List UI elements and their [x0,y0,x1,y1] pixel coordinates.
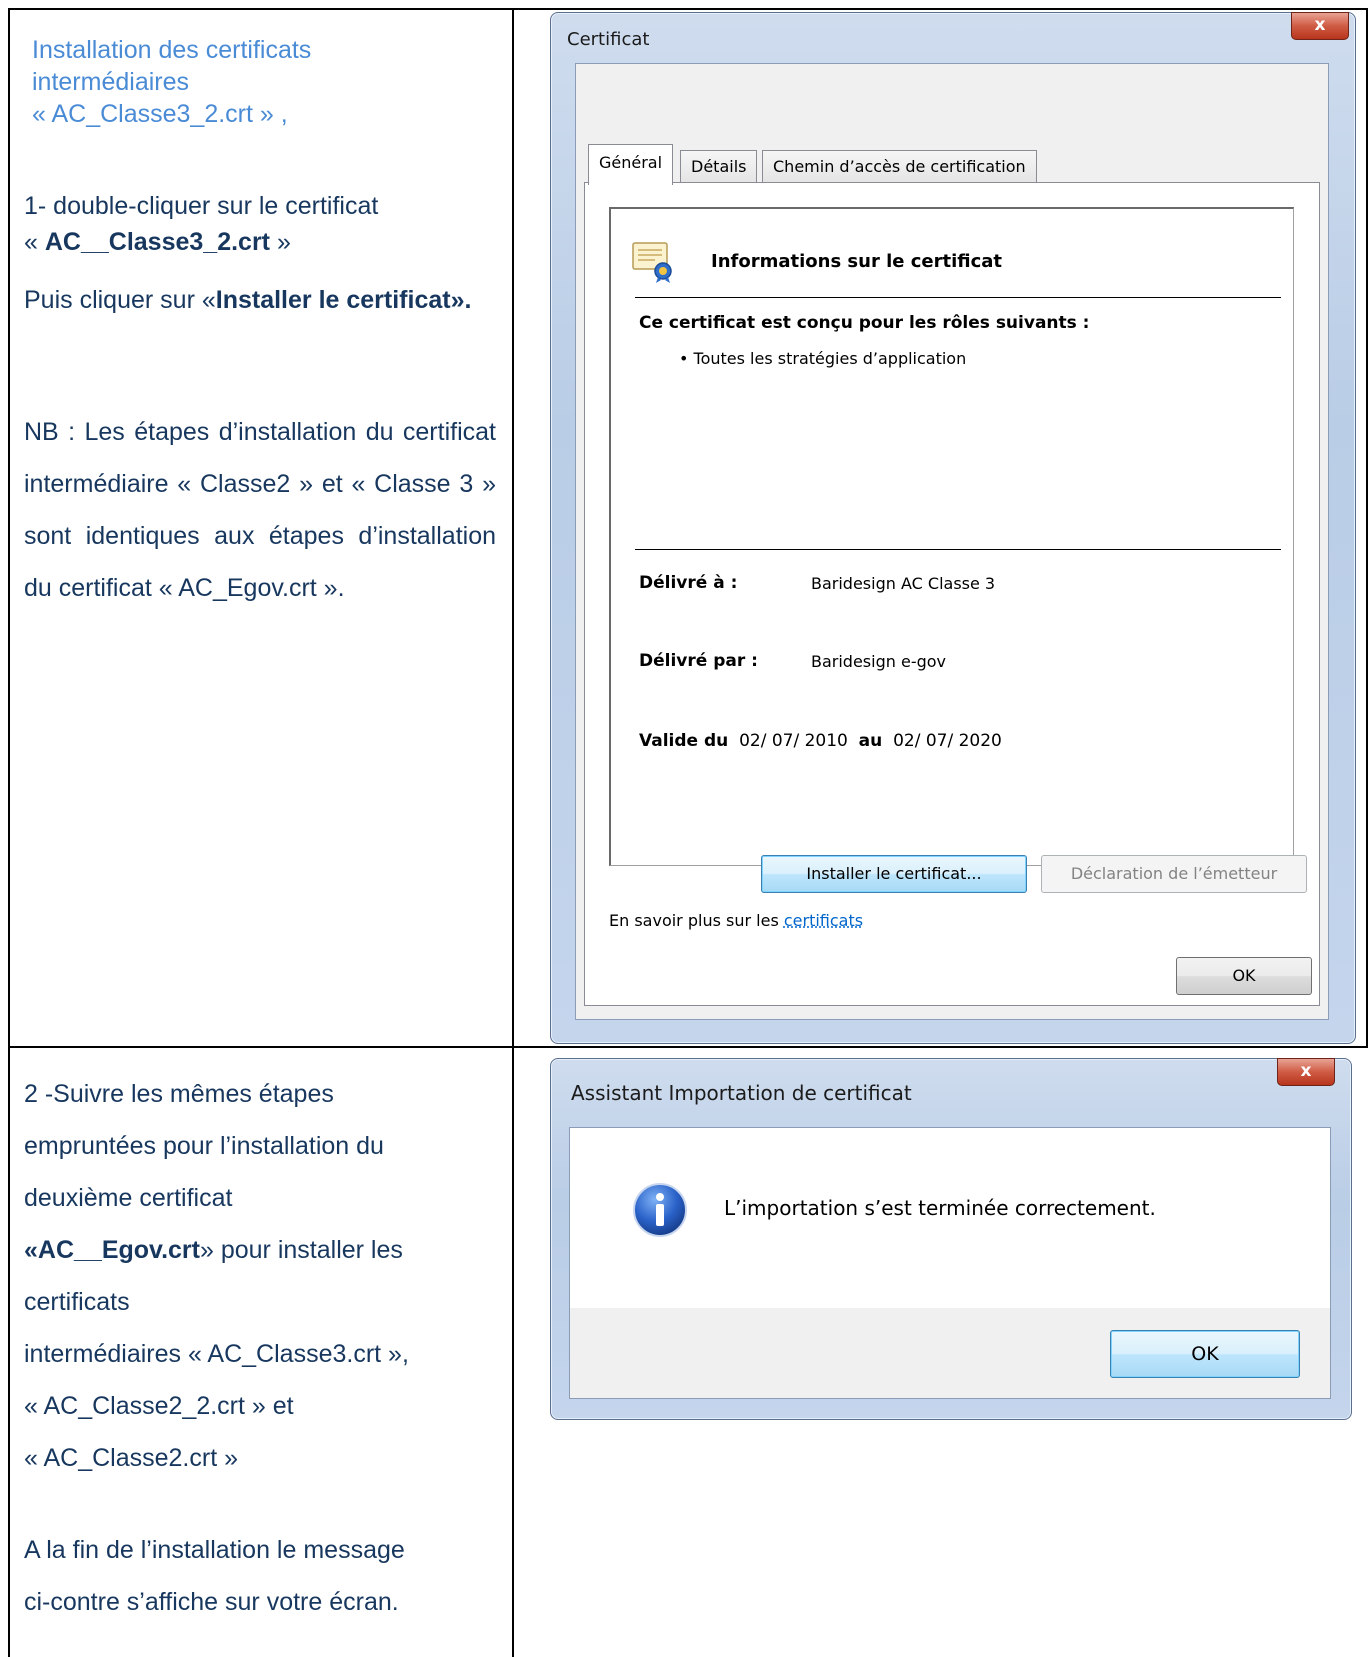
close-button[interactable]: x [1291,12,1349,40]
tab-general[interactable]: Général [588,144,674,185]
valid-from-date: 02/ 07/ 2010 [739,731,848,751]
step2-instructions: 2 -Suivre les mêmes étapes empruntées po… [24,1068,504,1628]
issued-to-label: Délivré à : [639,573,738,593]
table-border-left [8,8,10,1657]
import-wizard-dialog: Assistant Importation de certificat x L’… [550,1058,1352,1420]
action-bold: Installer le certificat [215,286,451,314]
step1-action: Puis cliquer sur «Installer le certifica… [24,282,504,318]
certificate-dialog: Certificat x Général Détails Chemin d’ac… [550,12,1356,1044]
issuer-statement-button[interactable]: Déclaration de l’émetteur [1041,855,1307,893]
success-message: L’importation s’est terminée correctemen… [724,1196,1156,1220]
dialog-client-area: L’importation s’est terminée correctemen… [569,1127,1331,1399]
certificates-link[interactable]: certificats [784,911,863,930]
step2-line: certificats [24,1288,130,1316]
step2-line: « AC_Classe2_2.crt » et [24,1392,294,1420]
egov-suffix: » pour installer les [200,1236,403,1264]
certificate-info-box: Informations sur le certificat Ce certif… [609,207,1294,866]
table-border-top [8,8,1368,10]
step2-line: 2 -Suivre les mêmes étapes [24,1080,334,1108]
learn-more-prefix: En savoir plus sur les [609,911,784,930]
step2-egov-line: «AC__Egov.crt» pour installer les [24,1224,504,1276]
close-button[interactable]: x [1277,1058,1335,1086]
intro-line: intermédiaires [32,68,190,96]
action-prefix: Puis cliquer sur « [24,286,216,314]
step1-filename: « AC__Classe3_2.crt » [24,224,504,260]
dialog-title: Assistant Importation de certificat [571,1081,912,1105]
final-line: A la fin de l’installation le message [24,1536,405,1564]
info-icon [632,1182,688,1238]
issued-by-value: Baridesign e-gov [811,652,946,671]
action-suffix: ». [450,286,472,314]
quote-open: « [24,228,45,256]
valid-from-label: Valide du [639,731,729,751]
divider [635,549,1281,550]
quote-close: » [270,228,291,256]
step2-line: deuxième certificat [24,1184,233,1212]
step1-line: 1- double-cliquer sur le certificat [24,192,379,220]
certificate-icon [631,239,675,283]
dialog-title: Certificat [567,29,650,50]
egov-filename: AC__Egov.crt [37,1236,200,1264]
dialog-client-area: Général Détails Chemin d’accès de certif… [575,63,1329,1020]
final-line: ci-contre s’affiche sur votre écran. [24,1588,399,1616]
info-heading: Informations sur le certificat [711,251,1003,272]
divider [635,297,1281,298]
filename-bold: AC__Classe3_2.crt [44,228,271,256]
valid-to-label: au [858,731,883,751]
issued-by-label: Délivré par : [639,651,758,671]
tab-panel-general: Informations sur le certificat Ce certif… [584,182,1320,1006]
intro-line: « AC_Classe3_2.crt » , [32,100,288,128]
tab-details[interactable]: Détails [680,150,758,183]
step1-instructions: 1- double-cliquer sur le certificat « AC… [24,188,504,318]
step2-line: intermédiaires « AC_Classe3.crt », [24,1340,409,1368]
intro-heading: Installation des certificats intermédiai… [32,34,502,130]
table-column-divider [512,8,514,1657]
role-item: • Toutes les stratégies d’application [679,349,967,368]
ok-button[interactable]: OK [1176,957,1312,995]
roles-heading: Ce certificat est conçu pour les rôles s… [639,313,1090,333]
step2-line: « AC_Classe2.crt » [24,1444,238,1472]
nb-note: NB : Les étapes d’installation du certif… [24,418,496,602]
table-row-divider [8,1046,1368,1048]
issued-to-value: Baridesign AC Classe 3 [811,574,996,593]
egov-quote: « [24,1236,38,1264]
intro-line: Installation des certificats [32,36,312,64]
learn-more-text: En savoir plus sur les certificats [609,911,863,930]
tab-certification-path[interactable]: Chemin d’accès de certification [762,150,1037,183]
install-certificate-button[interactable]: Installer le certificat... [761,855,1027,893]
valid-to-date: 02/ 07/ 2020 [893,731,1002,751]
step2-line: empruntées pour l’installation du [24,1132,384,1160]
validity-line: Valide du 02/ 07/ 2010 au 02/ 07/ 2020 [639,731,1002,751]
ok-button[interactable]: OK [1110,1330,1300,1378]
